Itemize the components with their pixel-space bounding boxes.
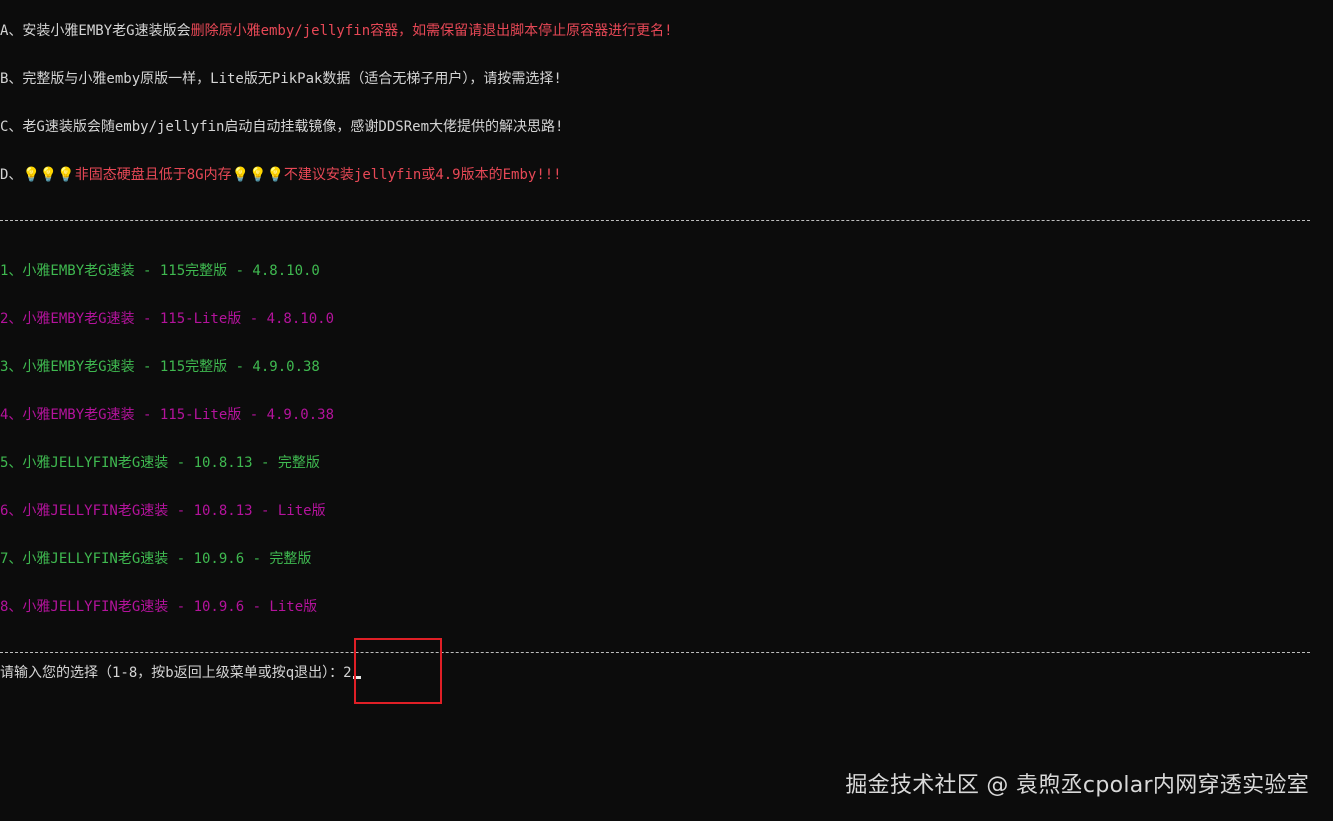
note-d-warning: 💡💡💡非固态硬盘且低于8G内存💡💡💡不建议安装jellyfin或4.9版本的Em…	[22, 167, 562, 183]
note-b: B、完整版与小雅emby原版一样，Lite版无PikPak数据（适合无梯子用户）…	[0, 71, 562, 87]
highlight-annotation-box	[354, 638, 442, 704]
note-d: D、💡💡💡非固态硬盘且低于8G内存💡💡💡不建议安装jellyfin或4.9版本的…	[0, 166, 562, 184]
menu-option-2: 2、小雅EMBY老G速装 - 115-Lite版 - 4.8.10.0	[0, 311, 335, 327]
note-a-prefix: A、安装小雅EMBY老G速装版会	[0, 23, 191, 39]
note-a: A、安装小雅EMBY老G速装版会删除原小雅emby/jellyfin容器，如需保…	[0, 22, 673, 40]
menu-option-4: 4、小雅EMBY老G速装 - 115-Lite版 - 4.9.0.38	[0, 407, 335, 423]
separator-top	[0, 220, 1310, 221]
input-value[interactable]: 2	[343, 665, 351, 681]
menu-option-7: 7、小雅JELLYFIN老G速装 - 10.9.6 - 完整版	[0, 551, 312, 567]
note-d-prefix: D、	[0, 167, 23, 183]
input-prompt-line[interactable]: 请输入您的选择（1-8，按b返回上级菜单或按q退出）：2	[0, 664, 361, 682]
menu-option-8: 8、小雅JELLYFIN老G速装 - 10.9.6 - Lite版	[0, 599, 318, 615]
note-c: C、老G速装版会随emby/jellyfin启动自动挂载镜像，感谢DDSRem大…	[0, 119, 564, 135]
watermark-text: 掘金技术社区 @ 袁煦丞cpolar内网穿透实验室	[845, 773, 1309, 798]
menu-option-1: 1、小雅EMBY老G速装 - 115完整版 - 4.8.10.0	[0, 263, 320, 279]
menu-option-3: 3、小雅EMBY老G速装 - 115完整版 - 4.9.0.38	[0, 359, 320, 375]
separator-bottom	[0, 652, 1310, 653]
note-a-warning: 删除原小雅emby/jellyfin容器，如需保留请退出脚本停止原容器进行更名!	[190, 23, 673, 39]
input-prompt-label: 请输入您的选择（1-8，按b返回上级菜单或按q退出）：	[0, 665, 344, 681]
terminal-window[interactable]: A、安装小雅EMBY老G速装版会删除原小雅emby/jellyfin容器，如需保…	[0, 0, 1333, 821]
menu-option-5: 5、小雅JELLYFIN老G速装 - 10.8.13 - 完整版	[0, 455, 320, 471]
menu-option-6: 6、小雅JELLYFIN老G速装 - 10.8.13 - Lite版	[0, 503, 326, 519]
